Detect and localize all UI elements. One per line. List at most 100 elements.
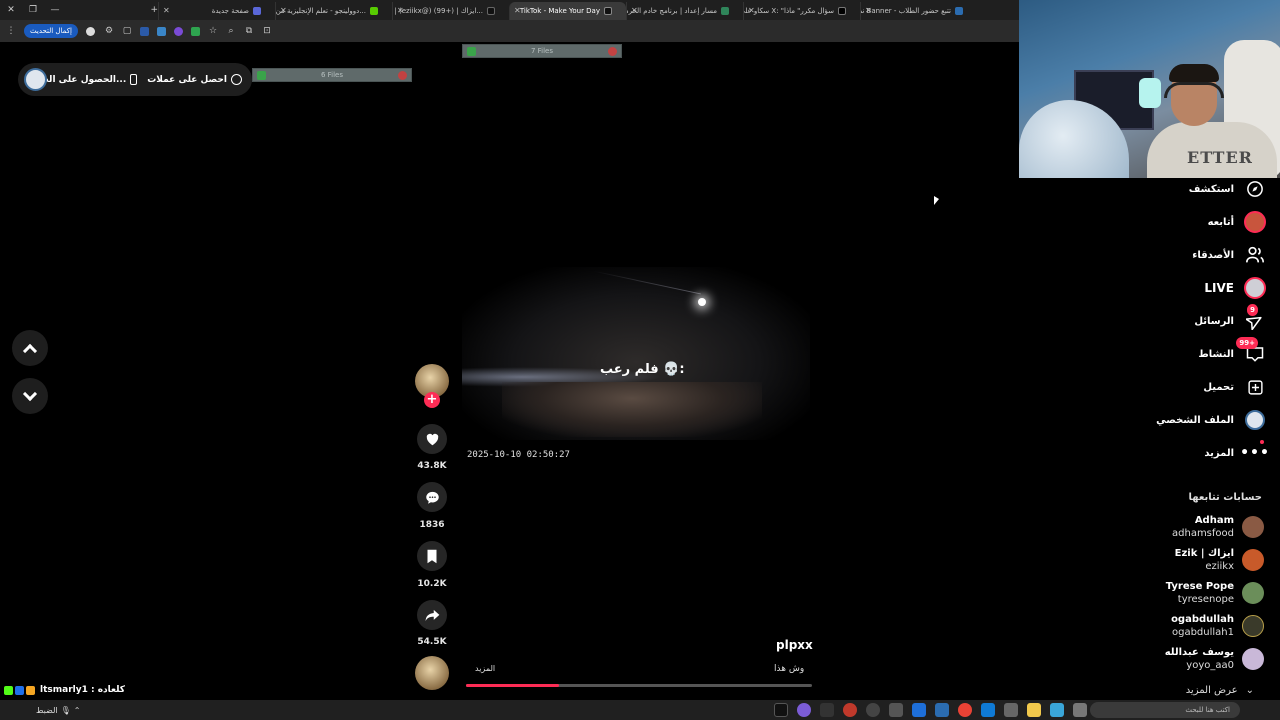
app-icon[interactable] — [797, 703, 811, 717]
tab-close-icon[interactable]: ✕ — [865, 6, 872, 15]
user-avatar[interactable] — [24, 68, 47, 91]
music-disc-avatar[interactable] — [415, 656, 449, 690]
more-icon: ••• — [1240, 440, 1269, 464]
following-account[interactable]: Tyrese Pope tyresenope — [1084, 578, 1264, 608]
account-avatar — [1242, 549, 1264, 571]
friends-icon — [1244, 244, 1266, 266]
next-video-button[interactable] — [12, 378, 48, 414]
video-progress-bar[interactable] — [466, 684, 812, 687]
webcam-overlay: ETTER — [1019, 0, 1280, 178]
files-overlay[interactable]: 7 Files — [462, 44, 622, 58]
tab-close-icon[interactable]: ✕ — [163, 6, 170, 15]
taskbar-search[interactable]: اكتب هنا للبحث — [1090, 702, 1240, 718]
app-icon[interactable] — [912, 703, 926, 717]
settings-icon[interactable] — [866, 703, 880, 717]
files-close-icon[interactable] — [608, 47, 617, 56]
close-window-icon[interactable]: ✕ — [0, 0, 22, 20]
profile-icon[interactable] — [86, 26, 96, 36]
sidebar-item-friends[interactable]: الأصدقاء — [1192, 243, 1266, 267]
chevron-up-icon[interactable]: ⌃ — [74, 706, 81, 715]
minimize-window-icon[interactable]: — — [44, 0, 66, 20]
following-account[interactable]: Adham adhamsfood — [1084, 512, 1264, 542]
app-icon[interactable] — [1073, 703, 1087, 717]
sidepanel-icon[interactable]: ▢ — [122, 26, 132, 36]
sidebar-item-more[interactable]: المزيد ••• — [1204, 440, 1269, 465]
tab-x[interactable]: ✕سكاو على X: "سؤال مكرر" ماذا — [743, 2, 860, 20]
compass-icon — [1244, 178, 1266, 200]
files-close-icon[interactable] — [398, 71, 407, 80]
chat-badge-icon — [15, 685, 24, 695]
bookmark-star-icon[interactable]: ☆ — [208, 26, 218, 36]
tab-close-icon[interactable]: ✕ — [514, 6, 521, 15]
tab-tiktok[interactable]: ✕ TikTok - Make Your Day — [509, 2, 626, 20]
sidebar-item-profile[interactable]: الملف الشخصي — [1156, 408, 1266, 432]
following-account[interactable]: ogabdullah ogabdullah1 — [1084, 611, 1264, 641]
tab-close-icon[interactable]: ✕ — [631, 6, 638, 15]
tab-favicon — [253, 7, 261, 15]
files-overlay[interactable]: 6 Files — [252, 68, 412, 82]
new-tab-button[interactable]: + — [66, 0, 158, 20]
extension-icon[interactable] — [190, 26, 200, 36]
tab-close-icon[interactable]: ✕ — [280, 6, 287, 15]
tab-banner[interactable]: ✕نظام Banner - تتبع حضور الطلاب — [860, 2, 977, 20]
mic-icon[interactable]: 🎙 — [61, 706, 71, 715]
tab-new-page[interactable]: ✕ صفحة جديدة — [158, 2, 275, 20]
comment-button[interactable] — [417, 482, 447, 512]
sidebar-item-messages[interactable]: الرسائل 9 — [1194, 304, 1266, 333]
os-taskbar: الضبط 🎙 ⌃ اكتب هنا للبحث — [0, 700, 1280, 720]
tab-ezik[interactable]: ✕Ezik | (eziikx@) ايزاك | (+99)... — [392, 2, 509, 20]
zoom-icon[interactable]: ⌕ — [226, 26, 236, 36]
save-button[interactable] — [417, 541, 447, 571]
restore-window-icon[interactable]: ❐ — [22, 0, 44, 20]
extension-icon[interactable] — [173, 26, 183, 36]
steam-icon[interactable] — [774, 703, 788, 717]
get-app-button[interactable]: الحصول على الت... — [40, 74, 138, 85]
file-explorer-icon[interactable] — [1027, 703, 1041, 717]
tab-duolingo[interactable]: ✕ دوولينجو - تعلم الإنجليزية من خ... — [275, 2, 392, 20]
sidebar-item-explore[interactable]: استكشف — [1189, 177, 1266, 201]
share-button[interactable] — [417, 600, 447, 630]
promo-pill: الحصول على الت... احصل على عملات — [18, 63, 252, 96]
sidebar-item-live[interactable]: LIVE — [1204, 276, 1266, 300]
follow-button[interactable]: + — [424, 392, 440, 408]
tab-favicon — [955, 7, 963, 15]
extension-icon[interactable] — [156, 26, 166, 36]
app-icon[interactable] — [889, 703, 903, 717]
tab-masar[interactable]: ✕ مسار إعداد | برنامج خادم الحرمين — [626, 2, 743, 20]
account-avatar — [1242, 582, 1264, 604]
chrome-icon[interactable] — [958, 703, 972, 717]
tab-close-icon[interactable]: ✕ — [397, 6, 404, 15]
update-button[interactable]: إكمال التحديث — [24, 24, 78, 38]
get-coins-button[interactable]: احصل على عملات — [147, 74, 242, 85]
app-icon[interactable] — [820, 703, 834, 717]
edge-icon[interactable] — [981, 703, 995, 717]
menu-dots-icon[interactable]: ⋮ — [6, 26, 16, 36]
files-icon — [467, 47, 476, 56]
video-author[interactable]: plpxx — [776, 638, 813, 652]
see-more-link[interactable]: المزيد — [475, 664, 495, 673]
cast-icon[interactable]: ⊡ — [262, 26, 272, 36]
video-timestamp: 2025-10-10 02:50:27 — [467, 450, 570, 460]
following-avatar-icon — [1244, 211, 1266, 233]
extension-icon[interactable] — [139, 26, 149, 36]
see-more-accounts-button[interactable]: عرض المزيد ⌄ — [1186, 685, 1254, 696]
obs-icon[interactable] — [843, 703, 857, 717]
video-player[interactable] — [462, 267, 810, 440]
extensions-puzzle-icon[interactable]: ⚙ — [104, 26, 114, 36]
share-count: 54.5K — [417, 637, 447, 647]
store-icon[interactable] — [1050, 703, 1064, 717]
sidebar-item-following[interactable]: أتابعه — [1208, 210, 1266, 234]
account-avatar — [1242, 516, 1264, 538]
like-button[interactable] — [417, 424, 447, 454]
previous-video-button[interactable] — [12, 330, 48, 366]
following-account[interactable]: يوسف عبدالله yoyo_aa0 — [1084, 644, 1264, 674]
sidebar-item-activity[interactable]: النشاط 99+ — [1198, 337, 1266, 366]
following-accounts-title: حسابات تتابعها — [1188, 492, 1262, 503]
sidebar-item-upload[interactable]: تحميل — [1203, 375, 1266, 399]
app-icon[interactable] — [935, 703, 949, 717]
following-account[interactable]: Ezik | ايزاك eziikx — [1084, 545, 1264, 575]
install-app-icon[interactable]: ⧉ — [244, 26, 254, 36]
save-count: 10.2K — [417, 579, 447, 589]
app-icon[interactable] — [1004, 703, 1018, 717]
tab-close-icon[interactable]: ✕ — [748, 6, 755, 15]
